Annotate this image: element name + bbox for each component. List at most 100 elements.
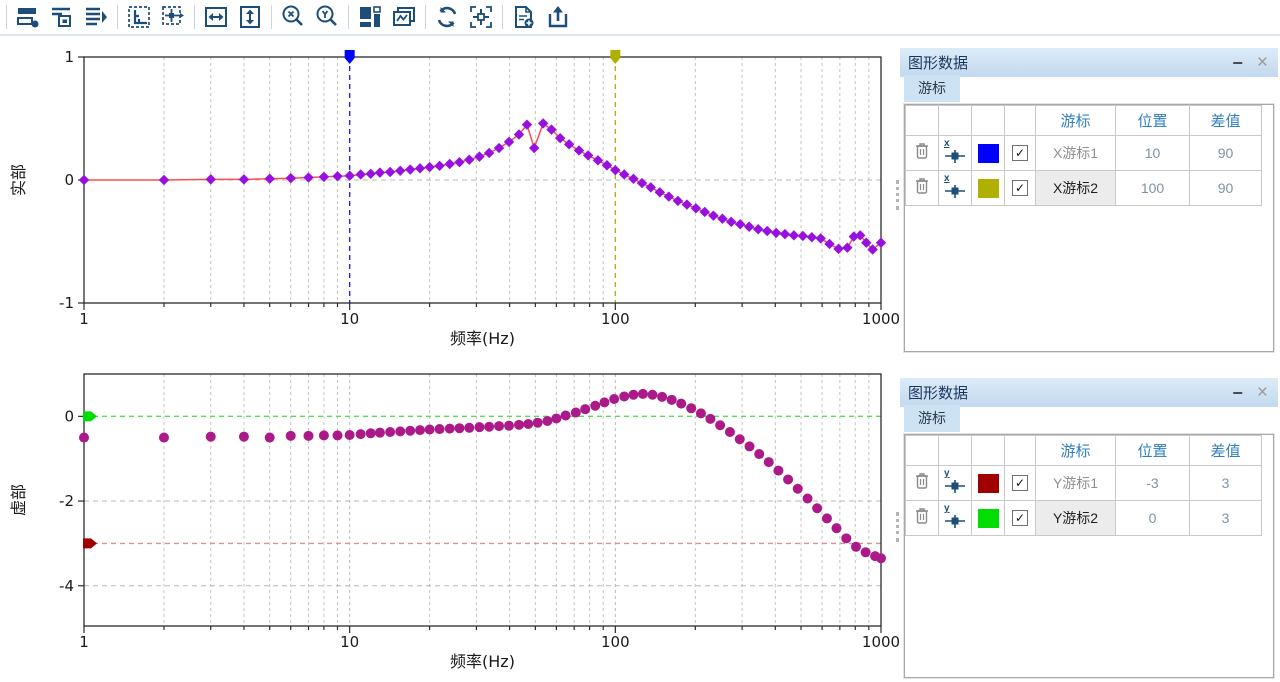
- panel-title: 图形数据: [908, 52, 1232, 73]
- cursor-position-cell[interactable]: 10: [1116, 136, 1190, 171]
- cursor-marker-0[interactable]: [83, 538, 97, 548]
- cursor-name-cell[interactable]: Y游标1: [1036, 466, 1116, 501]
- svg-text:-4: -4: [59, 577, 74, 595]
- column-cursor: 游标: [1036, 106, 1116, 136]
- cursor-color-swatch[interactable]: [978, 474, 999, 493]
- cursor-marker-1[interactable]: [610, 50, 620, 64]
- svg-text:频率(Hz): 频率(Hz): [450, 652, 515, 671]
- fit-view-icon: [126, 4, 152, 30]
- svg-text:1: 1: [79, 633, 89, 651]
- curve-style-list-icon: [15, 4, 41, 30]
- column-position: 位置: [1116, 106, 1190, 136]
- svg-text:-2: -2: [59, 492, 74, 510]
- cursor-table: 游标 位置 差值 x: [905, 105, 1273, 206]
- column-cursor: 游标: [1036, 436, 1116, 466]
- export-data-button[interactable]: [542, 1, 574, 33]
- cursor-row: x ✓ X游标1 10 90: [906, 136, 1274, 171]
- minimize-button[interactable]: −: [1232, 386, 1243, 400]
- cursor-color-swatch[interactable]: [978, 179, 999, 198]
- minimize-button[interactable]: −: [1232, 56, 1243, 70]
- zoom-y-button[interactable]: [311, 1, 343, 33]
- cursor-position-cell[interactable]: -3: [1116, 466, 1190, 501]
- curve-list-export-button[interactable]: [80, 1, 112, 33]
- cursor-delta-cell: 90: [1190, 171, 1262, 206]
- trash-icon[interactable]: [913, 506, 931, 525]
- cursor-table-container: 游标 位置 差值 x: [904, 104, 1274, 352]
- series-markers: [79, 118, 886, 254]
- trash-icon[interactable]: [913, 141, 931, 160]
- center-cursor-button[interactable]: [465, 1, 497, 33]
- cursor-visible-checkbox[interactable]: ✓: [1012, 180, 1028, 196]
- toolbar: [0, 0, 1280, 36]
- svg-text:0: 0: [64, 407, 74, 425]
- svg-text:10: 10: [340, 310, 359, 328]
- cursor-delta-cell: 90: [1190, 136, 1262, 171]
- move-view-button[interactable]: [157, 1, 189, 33]
- trash-icon[interactable]: [913, 176, 931, 195]
- svg-text:1000: 1000: [862, 633, 900, 651]
- cursor-row: x ✓ X游标2 100 90: [906, 171, 1274, 206]
- fit-height-button[interactable]: [234, 1, 266, 33]
- grid: [84, 374, 881, 626]
- svg-text:虚部: 虚部: [9, 484, 28, 516]
- toolbar-separator: [194, 5, 195, 29]
- column-position: 位置: [1116, 436, 1190, 466]
- move-view-icon: [160, 4, 186, 30]
- table-header-row: 游标 位置 差值: [906, 106, 1274, 136]
- panel-titlebar[interactable]: 图形数据 − ×: [900, 48, 1278, 77]
- export-data-icon: [545, 4, 571, 30]
- x-cursor-type-icon: x: [943, 176, 967, 200]
- svg-text:10: 10: [340, 633, 359, 651]
- toolbar-separator: [348, 5, 349, 29]
- toolbar-separator: [502, 5, 503, 29]
- svg-text:1: 1: [64, 48, 74, 66]
- curve-fill-style-button[interactable]: [46, 1, 78, 33]
- close-button[interactable]: ×: [1257, 385, 1268, 401]
- zoom-x-button[interactable]: [277, 1, 309, 33]
- panel-layout-button[interactable]: [354, 1, 386, 33]
- cursor-table: 游标 位置 差值 y: [905, 435, 1273, 536]
- cursor-marker-1[interactable]: [83, 411, 97, 421]
- cursor-name-cell[interactable]: Y游标2: [1036, 501, 1116, 536]
- cursor-position-cell[interactable]: 0: [1116, 501, 1190, 536]
- fit-height-icon: [237, 4, 263, 30]
- svg-text:1: 1: [79, 310, 89, 328]
- toolbar-separator: [271, 5, 272, 29]
- cursor-visible-checkbox[interactable]: ✓: [1012, 475, 1028, 491]
- panel-titlebar[interactable]: 图形数据 − ×: [900, 378, 1278, 407]
- tab-cursor[interactable]: 游标: [904, 405, 960, 432]
- new-report-button[interactable]: [508, 1, 540, 33]
- fit-view-button[interactable]: [123, 1, 155, 33]
- curve-style-list-button[interactable]: [12, 1, 44, 33]
- cursor-row: y ✓ Y游标1 -3 3: [906, 466, 1274, 501]
- close-button[interactable]: ×: [1257, 55, 1268, 71]
- cursor-position-cell[interactable]: 100: [1116, 171, 1190, 206]
- real-part-chart[interactable]: 110100100010-1频率(Hz)实部: [0, 38, 900, 352]
- trash-icon[interactable]: [913, 471, 931, 490]
- panel-splitter[interactable]: [896, 512, 899, 542]
- cursor-visible-checkbox[interactable]: ✓: [1012, 510, 1028, 526]
- chart-snapshot-button[interactable]: [388, 1, 420, 33]
- cursor-name-cell[interactable]: X游标2: [1036, 171, 1116, 206]
- panel-title: 图形数据: [908, 382, 1232, 403]
- tab-cursor[interactable]: 游标: [904, 75, 960, 102]
- axis-ticks: [78, 416, 881, 633]
- refresh-button[interactable]: [431, 1, 463, 33]
- zoom-x-icon: [280, 4, 306, 30]
- curve-fill-style-icon: [49, 4, 75, 30]
- cursor-color-swatch[interactable]: [978, 144, 999, 163]
- cursor-visible-checkbox[interactable]: ✓: [1012, 145, 1028, 161]
- axis-ticks: [78, 57, 881, 310]
- cursor-name-cell[interactable]: X游标1: [1036, 136, 1116, 171]
- application-window: 110100100010-1频率(Hz)实部 11010010000-2-4频率…: [0, 0, 1280, 682]
- panel-splitter[interactable]: [896, 180, 899, 210]
- x-cursor-type-icon: x: [943, 141, 967, 165]
- cursor-delta-cell: 3: [1190, 501, 1262, 536]
- imaginary-part-chart[interactable]: 11010010000-2-4频率(Hz)虚部: [0, 368, 900, 682]
- cursor-marker-0[interactable]: [345, 50, 355, 64]
- fit-width-button[interactable]: [200, 1, 232, 33]
- cursor-color-swatch[interactable]: [978, 509, 999, 528]
- cursor-table-container: 游标 位置 差值 y: [904, 434, 1274, 678]
- column-delta: 差值: [1190, 436, 1262, 466]
- curve-list-export-icon: [83, 4, 109, 30]
